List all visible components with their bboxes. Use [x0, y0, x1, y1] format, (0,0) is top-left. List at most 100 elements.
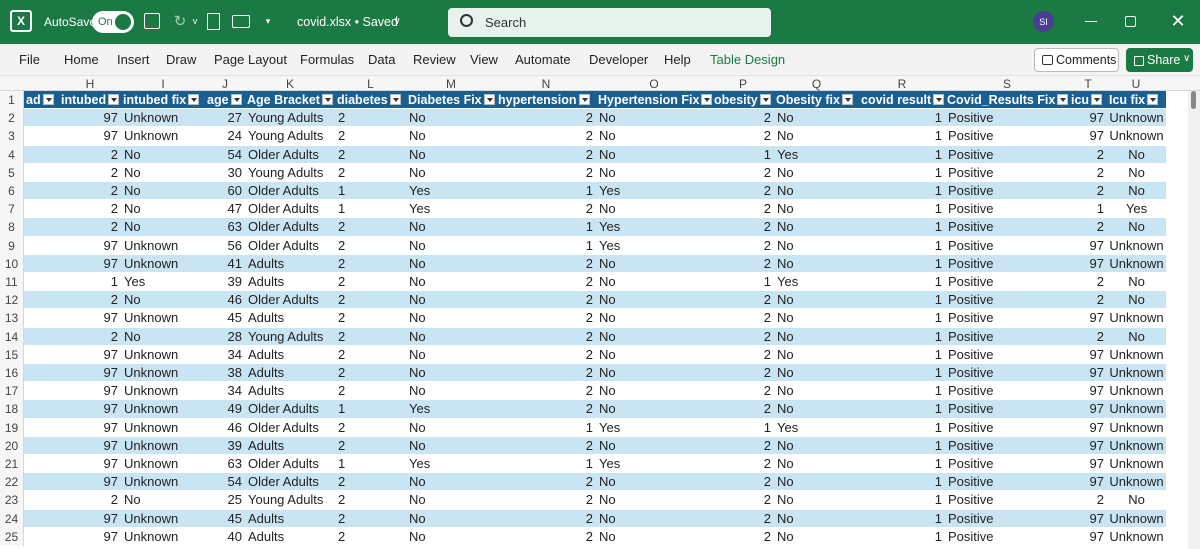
cell[interactable]: Positive [945, 200, 1069, 217]
cell[interactable]: 2 [335, 109, 406, 126]
cell[interactable]: 1 [496, 182, 596, 199]
cell[interactable]: Older Adults [245, 455, 335, 472]
cell[interactable]: 54 [205, 146, 245, 163]
cell[interactable]: No [596, 491, 712, 508]
cell[interactable]: No [406, 328, 496, 345]
cell[interactable]: 2 [59, 491, 121, 508]
cell[interactable]: 1 [859, 291, 945, 308]
column-header-T[interactable]: T [1069, 77, 1107, 91]
cell[interactable]: Unknown [121, 237, 205, 254]
cell[interactable]: No [596, 510, 712, 527]
cell[interactable]: No [1107, 273, 1166, 290]
cell[interactable]: Adults [245, 255, 335, 272]
cell[interactable]: 2 [496, 437, 596, 454]
column-header-P[interactable]: P [712, 77, 774, 91]
cell[interactable]: No [596, 437, 712, 454]
cell[interactable]: No [596, 146, 712, 163]
cell[interactable]: No [774, 164, 859, 181]
cell[interactable]: No [121, 164, 205, 181]
cell[interactable]: 34 [205, 346, 245, 363]
cell[interactable]: 2 [712, 109, 774, 126]
cell[interactable]: No [596, 400, 712, 417]
cell[interactable]: 2 [712, 491, 774, 508]
cell[interactable] [24, 291, 59, 308]
restore-icon[interactable] [1125, 16, 1136, 27]
cell[interactable]: No [406, 255, 496, 272]
cell[interactable]: Young Adults [245, 491, 335, 508]
cell[interactable] [24, 382, 59, 399]
filter-dropdown-icon[interactable] [42, 94, 54, 105]
cell[interactable]: No [406, 146, 496, 163]
cell[interactable]: Unknown [121, 109, 205, 126]
cell[interactable]: No [596, 473, 712, 490]
cell[interactable]: Older Adults [245, 182, 335, 199]
cell[interactable]: Positive [945, 273, 1069, 290]
cell[interactable]: Unknown [121, 510, 205, 527]
cell[interactable]: 97 [1069, 419, 1107, 436]
cell[interactable]: 97 [59, 309, 121, 326]
row-number[interactable]: 3 [0, 127, 24, 146]
row-number[interactable]: 6 [0, 182, 24, 201]
row-number[interactable]: 18 [0, 400, 24, 419]
cell[interactable]: 97 [1069, 455, 1107, 472]
cell[interactable]: Unknown [121, 400, 205, 417]
cell[interactable]: No [774, 346, 859, 363]
cell[interactable]: 2 [496, 255, 596, 272]
cell[interactable]: 1 [335, 455, 406, 472]
filter-dropdown-icon[interactable] [1091, 94, 1103, 105]
cell[interactable]: 34 [205, 382, 245, 399]
cell[interactable]: 1 [859, 273, 945, 290]
cell[interactable]: 1 [712, 273, 774, 290]
column-header-O[interactable]: O [596, 77, 712, 91]
filter-dropdown-icon[interactable] [578, 94, 590, 105]
cell[interactable]: 97 [59, 510, 121, 527]
cell[interactable]: 46 [205, 291, 245, 308]
cell[interactable]: No [406, 382, 496, 399]
cell[interactable]: 54 [205, 473, 245, 490]
cell[interactable]: 2 [712, 200, 774, 217]
cell[interactable]: Positive [945, 400, 1069, 417]
cell[interactable] [24, 146, 59, 163]
cell[interactable]: Yes [774, 273, 859, 290]
cell[interactable]: Adults [245, 510, 335, 527]
cell[interactable]: No [121, 291, 205, 308]
cell[interactable]: Positive [945, 127, 1069, 144]
cell[interactable]: Yes [774, 419, 859, 436]
cell[interactable]: 97 [1069, 309, 1107, 326]
tab-table-design[interactable]: Table Design [710, 52, 785, 67]
cell[interactable]: 1 [859, 146, 945, 163]
filter-dropdown-icon[interactable] [759, 94, 771, 105]
cell[interactable]: Positive [945, 382, 1069, 399]
cell[interactable]: Young Adults [245, 109, 335, 126]
cell[interactable]: 25 [205, 491, 245, 508]
cell[interactable]: 30 [205, 164, 245, 181]
row-number[interactable]: 8 [0, 218, 24, 237]
cell[interactable]: 1 [859, 182, 945, 199]
cell[interactable]: 97 [59, 346, 121, 363]
cell[interactable]: Yes [596, 218, 712, 235]
cell[interactable]: No [596, 273, 712, 290]
save-icon[interactable] [144, 13, 160, 29]
cell[interactable]: 2 [712, 218, 774, 235]
cell[interactable]: No [774, 510, 859, 527]
cell[interactable]: No [406, 473, 496, 490]
close-icon[interactable]: ✕ [1170, 11, 1186, 31]
tab-review[interactable]: Review [413, 52, 456, 67]
row-number[interactable]: 14 [0, 327, 24, 346]
tab-view[interactable]: View [470, 52, 498, 67]
cell[interactable]: 2 [335, 473, 406, 490]
row-number[interactable]: 9 [0, 236, 24, 255]
header-cell[interactable]: icu [1069, 91, 1107, 108]
cell[interactable]: 97 [1069, 473, 1107, 490]
cell[interactable]: No [774, 364, 859, 381]
cell[interactable]: Adults [245, 273, 335, 290]
cell[interactable] [24, 109, 59, 126]
cell[interactable]: No [774, 437, 859, 454]
cell[interactable] [24, 419, 59, 436]
cell[interactable]: No [406, 127, 496, 144]
cell[interactable]: 97 [1069, 255, 1107, 272]
cell[interactable]: 2 [496, 146, 596, 163]
cell[interactable]: 97 [59, 400, 121, 417]
cell[interactable]: Young Adults [245, 127, 335, 144]
cell[interactable]: 2 [712, 364, 774, 381]
